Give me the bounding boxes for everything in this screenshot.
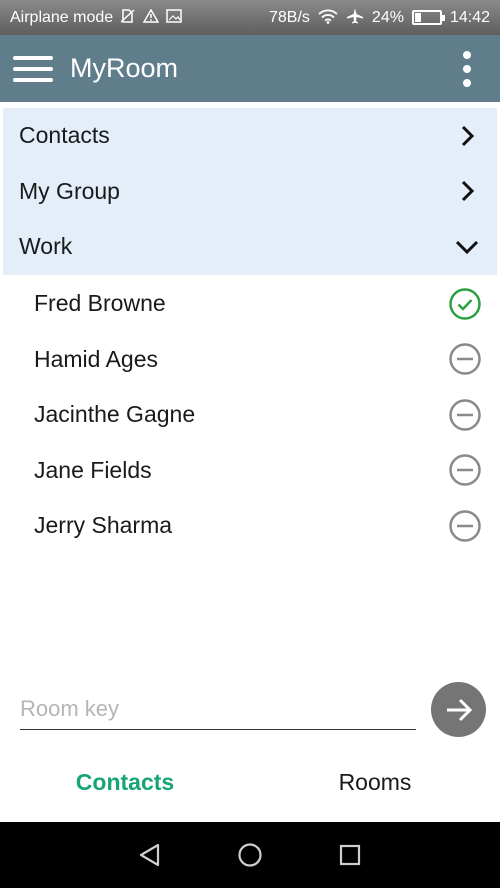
member-name: Jerry Sharma: [34, 512, 173, 539]
check-circle-icon: [449, 288, 481, 320]
member-list: Fred Browne Hamid Ages Jacinthe Gagne Ja…: [0, 276, 500, 554]
app-bar: MyRoom: [0, 35, 500, 102]
menu-icon[interactable]: [0, 35, 66, 102]
group-my-group[interactable]: My Group: [3, 163, 497, 219]
network-speed: 78B/s: [269, 8, 310, 26]
home-icon[interactable]: [230, 835, 270, 875]
airplane-icon: [346, 8, 364, 27]
wifi-icon: [318, 9, 338, 27]
recents-icon[interactable]: [330, 835, 370, 875]
group-list: Contacts My Group Work: [3, 108, 497, 275]
status-bar: Airplane mode 78B/s 24% 14:42: [0, 0, 500, 35]
list-item-fred-browne[interactable]: Fred Browne: [0, 276, 500, 332]
arrow-right-icon: [446, 698, 472, 721]
group-contacts[interactable]: Contacts: [3, 108, 497, 164]
room-key-input[interactable]: [20, 692, 416, 730]
chevron-right-icon: [461, 125, 475, 146]
back-icon[interactable]: [130, 835, 170, 875]
airplane-mode-label: Airplane mode: [10, 8, 114, 26]
list-item-hamid-ages[interactable]: Hamid Ages: [0, 332, 500, 388]
battery-icon: [411, 10, 445, 25]
member-name: Jacinthe Gagne: [34, 401, 196, 428]
sim-icon: [120, 9, 136, 26]
status-left: Airplane mode: [10, 9, 269, 27]
minus-circle-icon: [449, 399, 481, 431]
group-label: Contacts: [19, 122, 110, 149]
image-icon: [166, 9, 182, 26]
minus-circle-icon: [449, 343, 481, 375]
member-name: Jane Fields: [34, 456, 152, 483]
tab-contacts[interactable]: Contacts: [0, 752, 250, 812]
minus-circle-icon: [449, 454, 481, 486]
bottom-tabs: Contacts Rooms: [0, 752, 500, 812]
battery-fill: [414, 13, 422, 22]
warning-icon: [142, 8, 160, 26]
clock: 14:42: [449, 8, 490, 26]
submit-room-key-button[interactable]: [431, 682, 486, 737]
tab-rooms[interactable]: Rooms: [250, 752, 500, 812]
more-vert-icon[interactable]: [434, 35, 500, 102]
system-nav-bar: [0, 822, 500, 888]
group-label: Work: [19, 233, 73, 260]
list-item-jacinthe-gagne[interactable]: Jacinthe Gagne: [0, 387, 500, 443]
chevron-down-icon: [455, 240, 479, 254]
status-right: 78B/s 24% 14:42: [269, 8, 490, 27]
group-work[interactable]: Work: [3, 219, 497, 275]
list-item-jerry-sharma[interactable]: Jerry Sharma: [0, 498, 500, 554]
minus-circle-icon: [449, 510, 481, 542]
list-item-jane-fields[interactable]: Jane Fields: [0, 443, 500, 499]
app-title: MyRoom: [70, 53, 179, 83]
battery-percent: 24%: [371, 8, 404, 26]
member-name: Hamid Ages: [34, 345, 159, 372]
chevron-right-icon: [461, 181, 475, 202]
member-name: Fred Browne: [34, 290, 166, 317]
group-label: My Group: [19, 177, 120, 204]
